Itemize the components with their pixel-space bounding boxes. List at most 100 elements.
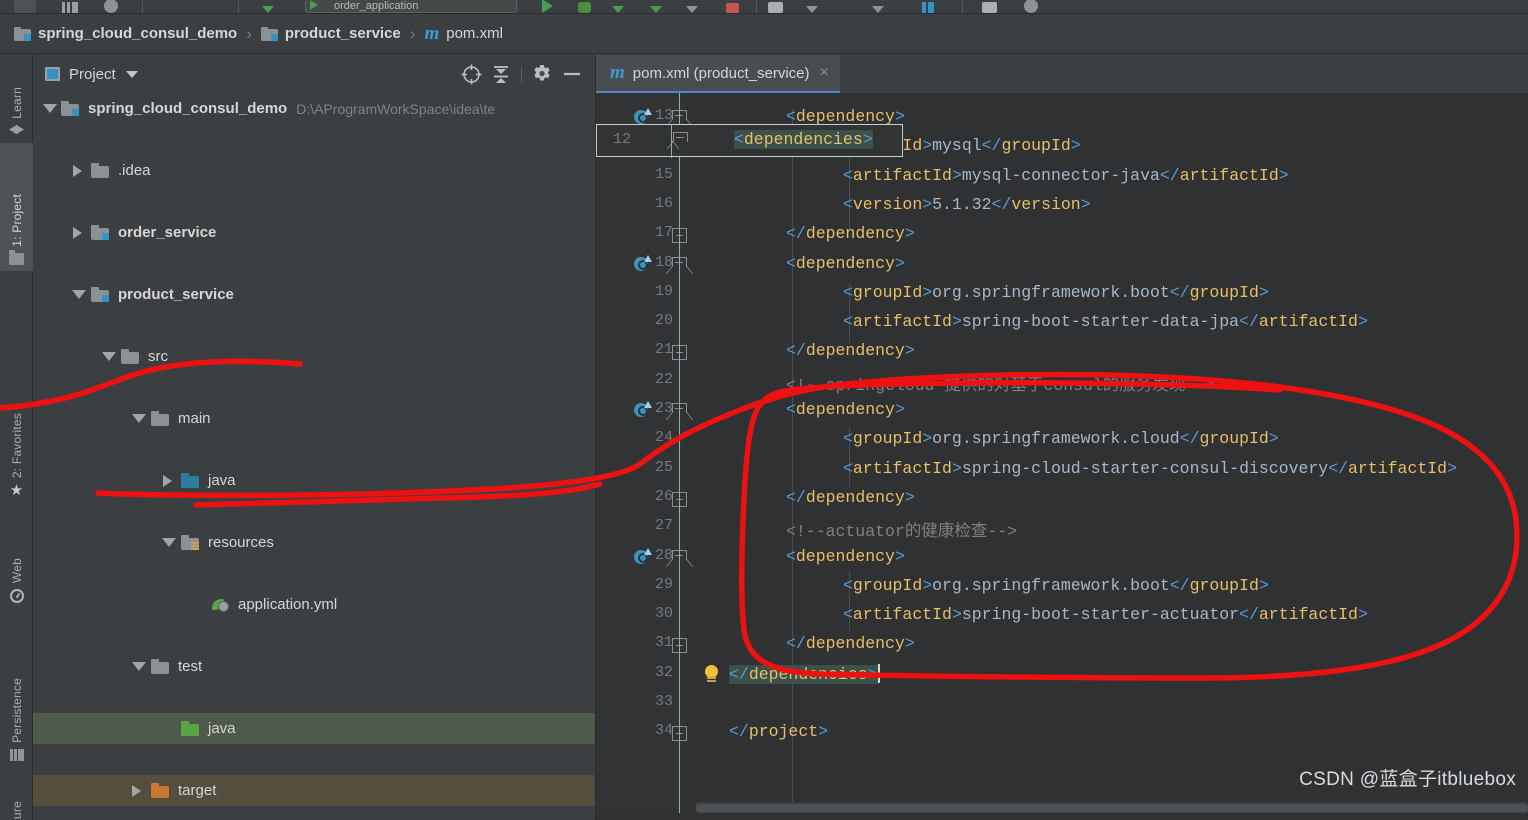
code-content[interactable]: <dependency><groupId>mysql</groupId><art… bbox=[693, 93, 1528, 813]
tool-button-persistence[interactable]: Persistence bbox=[0, 625, 33, 767]
horizontal-scrollbar[interactable] bbox=[696, 802, 1528, 813]
code-line[interactable]: <artifactId>mysql-connector-java</artifa… bbox=[843, 166, 1289, 185]
gutter-line-number: 21 bbox=[654, 341, 673, 359]
code-viewport[interactable]: 1314151617181920212223242526272829303132… bbox=[596, 93, 1528, 813]
crosshair-icon[interactable] bbox=[456, 59, 486, 89]
run-with-coverage-button[interactable] bbox=[612, 6, 624, 13]
code-line[interactable]: <version>5.1.32</version> bbox=[843, 195, 1091, 214]
chevron-down-icon[interactable] bbox=[102, 352, 116, 361]
project-structure-icon[interactable] bbox=[62, 2, 78, 13]
code-line[interactable]: <!--springcloud 提供的对基于consul的服务发现--> bbox=[786, 371, 1215, 395]
tree-node-test[interactable]: test bbox=[33, 651, 595, 682]
toolbar-separator-2 bbox=[238, 1, 239, 13]
search-everywhere-icon[interactable] bbox=[1024, 0, 1038, 13]
editor-gutter[interactable]: 1314151617181920212223242526272829303132… bbox=[596, 93, 718, 813]
code-line[interactable]: <groupId>org.springframework.boot</group… bbox=[843, 576, 1269, 595]
gutter-line-number: 19 bbox=[654, 282, 673, 300]
chevron-down-icon[interactable] bbox=[43, 104, 57, 113]
code-line[interactable]: </dependency> bbox=[786, 224, 915, 243]
chevron-right-icon[interactable] bbox=[73, 226, 82, 239]
tree-node-product-service[interactable]: product_service bbox=[33, 279, 595, 310]
maven-run-marker-icon[interactable] bbox=[634, 401, 652, 418]
left-tool-strip: Learn 1: Project ★ 2: Favorites Web Pers… bbox=[0, 55, 33, 820]
code-line[interactable]: <artifactId>spring-boot-starter-actuator… bbox=[843, 605, 1368, 624]
code-line[interactable]: <dependency> bbox=[786, 547, 905, 566]
code-line[interactable]: <groupId>org.springframework.cloud</grou… bbox=[843, 429, 1279, 448]
chevron-right-icon[interactable] bbox=[73, 164, 82, 177]
folder-icon bbox=[121, 349, 140, 364]
breadcrumb-item-file[interactable]: m pom.xml bbox=[422, 24, 504, 43]
settings-toolbar-button[interactable] bbox=[982, 2, 997, 13]
scrollbar-thumb[interactable] bbox=[696, 804, 1528, 812]
maven-run-marker-icon[interactable] bbox=[634, 108, 652, 125]
code-line[interactable]: </dependency> bbox=[786, 488, 915, 507]
tool-button-label: Web bbox=[9, 557, 24, 583]
chevron-right-icon[interactable] bbox=[163, 474, 172, 487]
close-icon[interactable]: × bbox=[818, 65, 829, 81]
star-icon: ★ bbox=[9, 482, 24, 499]
chevron-down-icon[interactable] bbox=[132, 662, 146, 671]
compare-icon[interactable] bbox=[922, 2, 934, 13]
run-button[interactable] bbox=[542, 0, 553, 13]
tool-button-project[interactable]: 1: Project bbox=[0, 143, 33, 271]
tree-node-idea[interactable]: .idea bbox=[33, 155, 595, 186]
run-configuration-selector[interactable]: order_application bbox=[305, 0, 517, 13]
code-line-text: <version>5.1.32</version> bbox=[843, 194, 1091, 214]
chevron-right-icon[interactable] bbox=[132, 784, 141, 797]
tool-button-favorites[interactable]: ★ 2: Favorites bbox=[0, 375, 33, 505]
code-line[interactable]: <!--actuator的健康检查--> bbox=[786, 517, 1017, 541]
tree-node-application-yml[interactable]: application.yml bbox=[33, 589, 595, 620]
profile-button[interactable] bbox=[650, 6, 662, 13]
commit-caret-icon[interactable] bbox=[872, 6, 884, 13]
chevron-down-icon[interactable] bbox=[72, 290, 86, 299]
chevron-down-icon[interactable] bbox=[162, 538, 176, 547]
collapse-all-icon[interactable] bbox=[486, 59, 516, 89]
tree-node-spring-cloud-consul-demo[interactable]: spring_cloud_consul_demo D:\AProgramWork… bbox=[33, 93, 595, 124]
tree-node-src[interactable]: src bbox=[33, 341, 595, 372]
tree-node-main[interactable]: main bbox=[33, 403, 595, 434]
code-line[interactable]: <dependency> bbox=[786, 254, 905, 273]
tool-button-learn[interactable]: Learn bbox=[0, 55, 33, 143]
update-project-button[interactable] bbox=[768, 2, 783, 13]
code-line[interactable]: <artifactId>spring-boot-starter-data-jpa… bbox=[843, 312, 1368, 331]
code-line[interactable]: <artifactId>spring-cloud-starter-consul-… bbox=[843, 459, 1457, 478]
web-clock-icon bbox=[9, 589, 24, 603]
tool-button-label: cture bbox=[9, 801, 24, 820]
breadcrumb-item-project[interactable]: spring_cloud_consul_demo bbox=[12, 25, 239, 42]
stop-button[interactable] bbox=[726, 3, 739, 13]
breadcrumb-item-module[interactable]: product_service bbox=[259, 25, 403, 42]
debug-button[interactable] bbox=[578, 2, 591, 13]
tree-node-target[interactable]: target bbox=[33, 775, 595, 806]
tree-node-test-java[interactable]: java bbox=[33, 713, 595, 744]
run-config-caret-icon[interactable] bbox=[262, 6, 274, 13]
minimize-icon[interactable] bbox=[557, 59, 587, 89]
maven-run-marker-icon[interactable] bbox=[634, 254, 652, 272]
tool-button-structure[interactable]: cture bbox=[0, 775, 33, 820]
code-line[interactable]: </dependency> bbox=[786, 634, 915, 653]
gear-icon[interactable] bbox=[527, 59, 557, 89]
idea-window: order_application spring_cloud_consul_de… bbox=[0, 0, 1528, 820]
tab-label: pom.xml (product_service) bbox=[632, 64, 810, 82]
chevron-down-icon[interactable] bbox=[132, 414, 146, 423]
chevron-down-icon[interactable] bbox=[125, 70, 138, 78]
fold-guide-line bbox=[679, 703, 680, 813]
tool-button-web[interactable]: Web bbox=[0, 523, 33, 609]
tree-node-order-service[interactable]: order_service bbox=[33, 217, 595, 248]
tab-pom-xml[interactable]: m pom.xml (product_service) × bbox=[596, 55, 840, 93]
maven-run-marker-icon[interactable] bbox=[634, 547, 652, 565]
sticky-line-number: 12 bbox=[613, 131, 632, 148]
code-line-text: <artifactId>mysql-connector-java</artifa… bbox=[843, 165, 1289, 185]
sync-icon[interactable] bbox=[104, 0, 118, 13]
gutter-line-number: 20 bbox=[654, 312, 673, 330]
toolbar-menu-button[interactable] bbox=[14, 0, 36, 13]
vcs-caret-icon[interactable] bbox=[806, 6, 818, 13]
code-line[interactable]: <groupId>org.springframework.boot</group… bbox=[843, 283, 1269, 302]
more-run-caret-icon[interactable] bbox=[686, 6, 698, 13]
code-line[interactable]: <dependency> bbox=[786, 400, 905, 419]
tree-node-main-java[interactable]: java bbox=[33, 465, 595, 496]
tree-node-resources[interactable]: resources bbox=[33, 527, 595, 558]
editor-tab-strip: m pom.xml (product_service) × bbox=[596, 55, 1528, 93]
code-line[interactable]: </project> bbox=[729, 722, 828, 741]
code-line[interactable]: </dependencies> bbox=[729, 663, 880, 684]
code-line[interactable]: </dependency> bbox=[786, 341, 915, 360]
